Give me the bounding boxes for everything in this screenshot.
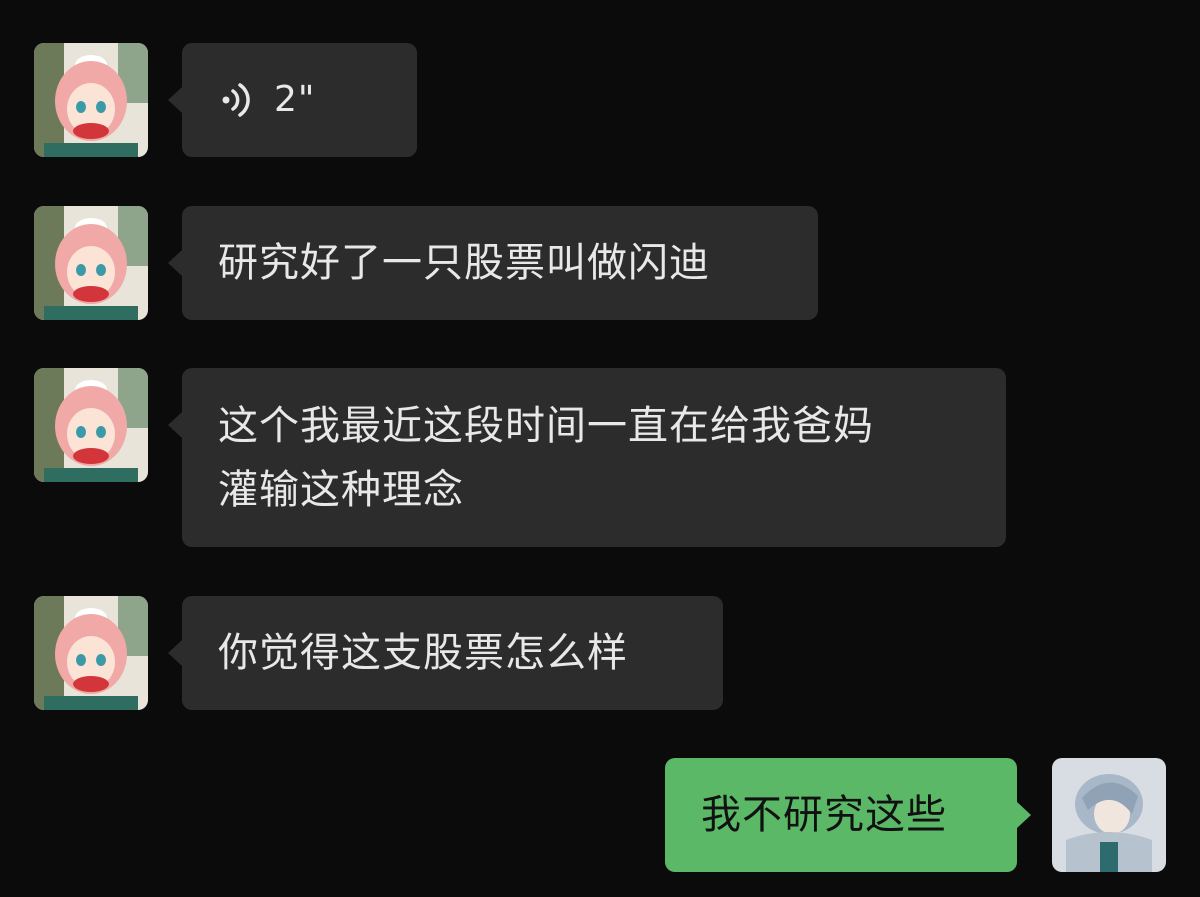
voice-message[interactable]: 2"	[182, 43, 417, 157]
contact-avatar[interactable]	[34, 206, 148, 320]
chat-window: 2" 研究好了一只股票叫做闪迪 这个我最近这段时间一直在给我爸妈 灌输这种理念 …	[0, 0, 1200, 897]
message-text: 我不研究这些	[701, 792, 947, 838]
anime-girl-avatar-icon	[34, 43, 148, 157]
message-text: 研究好了一只股票叫做闪迪	[218, 240, 710, 286]
voice-wave-icon	[222, 83, 250, 117]
contact-avatar[interactable]	[34, 596, 148, 710]
my-avatar[interactable]	[1052, 758, 1166, 872]
voice-message-bubble[interactable]: 2"	[168, 43, 417, 157]
message-bubble[interactable]: 这个我最近这段时间一直在给我爸妈 灌输这种理念	[168, 368, 1006, 547]
anime-boy-avatar-icon	[1052, 758, 1166, 872]
message-text-line-2: 灌输这种理念	[218, 467, 464, 513]
anime-girl-avatar-icon	[34, 368, 148, 482]
message-bubble[interactable]: 你觉得这支股票怎么样	[168, 596, 723, 710]
message-text-line-1: 这个我最近这段时间一直在给我爸妈	[218, 403, 874, 449]
anime-girl-avatar-icon	[34, 206, 148, 320]
my-message-bubble[interactable]: 我不研究这些	[665, 758, 1031, 872]
contact-avatar[interactable]	[34, 43, 148, 157]
contact-avatar[interactable]	[34, 368, 148, 482]
voice-duration: 2"	[274, 79, 316, 120]
message-text: 你觉得这支股票怎么样	[218, 630, 628, 676]
anime-girl-avatar-icon	[34, 596, 148, 710]
message-bubble[interactable]: 研究好了一只股票叫做闪迪	[168, 206, 818, 320]
